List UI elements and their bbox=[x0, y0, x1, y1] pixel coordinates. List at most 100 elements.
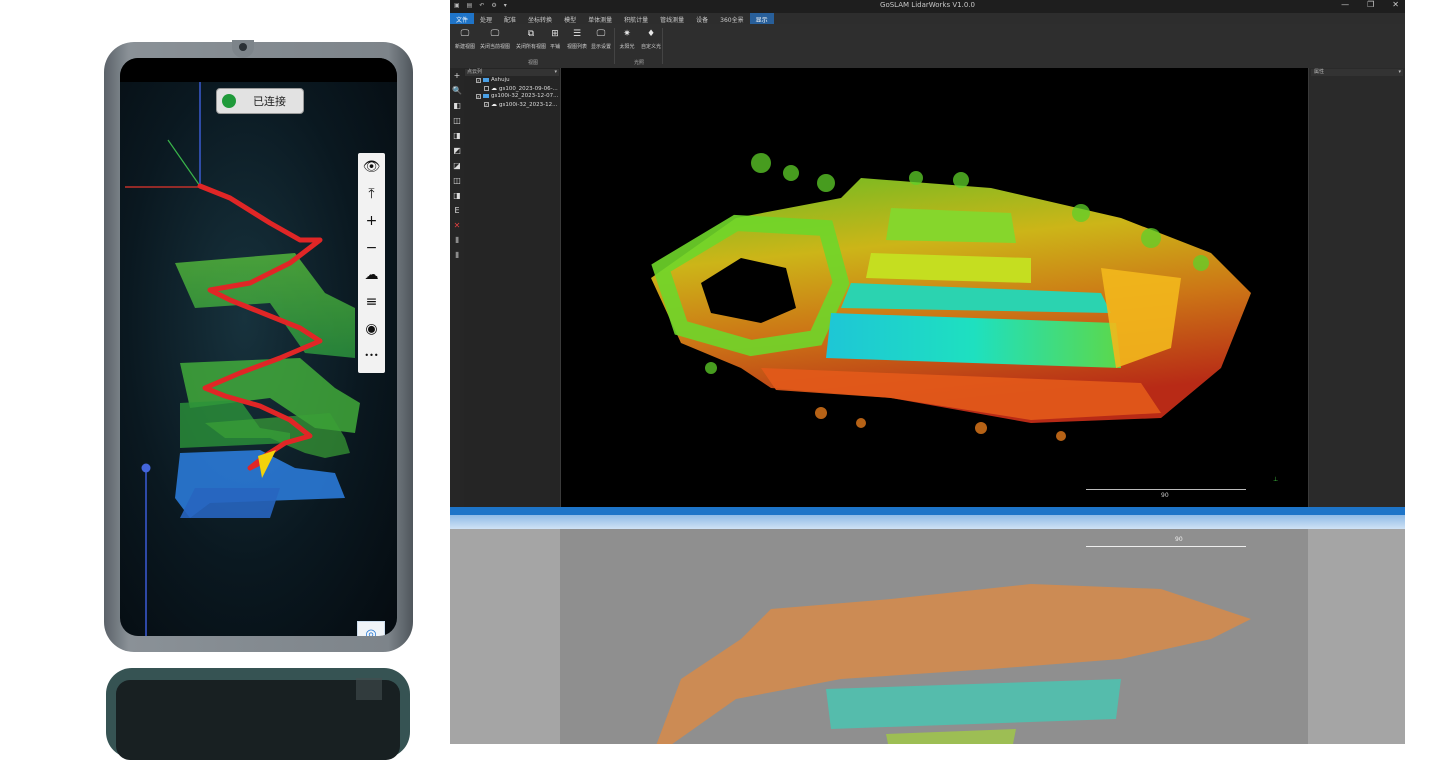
axis-gizmo-icon: ⊥ bbox=[1273, 476, 1279, 483]
reflection-scale-label: 90 bbox=[1175, 536, 1183, 543]
point-cloud-icon: ☁ bbox=[491, 85, 497, 92]
more-button[interactable]: ••• bbox=[358, 342, 385, 369]
tree-node-label: Ashuju bbox=[491, 77, 510, 83]
left-tool-icon[interactable]: + bbox=[454, 68, 461, 83]
cloud-icon: ☁ bbox=[364, 266, 379, 283]
window-title: GoSLAM LidarWorks V1.0.0 bbox=[880, 1, 975, 9]
ribbon-button-7[interactable]: ♦ 自定义光 bbox=[638, 28, 664, 50]
connection-status-pill[interactable]: 已连接 bbox=[216, 88, 304, 114]
zoom-in-button[interactable]: + bbox=[358, 207, 385, 234]
left-tool-icon[interactable]: ◧ bbox=[453, 98, 461, 113]
left-tool-icon[interactable]: ⫴ bbox=[455, 233, 458, 248]
phone-screen: 已连接 👁 ⤒ + − ☁ ≡ ◉ ••• ◎ bbox=[120, 58, 397, 636]
tree-checkbox[interactable] bbox=[484, 86, 489, 91]
ribbon-label: 平铺 bbox=[549, 44, 560, 50]
phone-device: 已连接 👁 ⤒ + − ☁ ≡ ◉ ••• ◎ bbox=[104, 40, 413, 652]
close-icon[interactable]: ✕ bbox=[1392, 0, 1399, 9]
tree-checkbox[interactable]: ✓ bbox=[476, 93, 481, 99]
ribbon-icon: ☰ bbox=[572, 29, 582, 39]
3d-viewport[interactable]: 90 ⊥ bbox=[561, 68, 1308, 508]
ribbon-button-5[interactable]: 🖵 显示设置 bbox=[588, 28, 614, 50]
point-cloud-icon: ☁ bbox=[491, 101, 497, 108]
ribbon-separator bbox=[614, 28, 615, 64]
menu-5[interactable]: 单体测量 bbox=[582, 13, 618, 24]
menu-2[interactable]: 配准 bbox=[498, 13, 522, 24]
pointcloud-render[interactable] bbox=[561, 68, 1308, 508]
align-top-icon: ⤒ bbox=[368, 185, 375, 202]
left-tool-icon[interactable]: ◨ bbox=[453, 188, 461, 203]
left-tool-icon[interactable]: E bbox=[454, 203, 459, 218]
tree-filter-combo[interactable]: 点云列 ▾ bbox=[465, 69, 559, 76]
phone-pointcloud-view[interactable] bbox=[120, 58, 397, 636]
phone-reflection bbox=[106, 668, 410, 760]
folder-icon bbox=[483, 78, 489, 82]
ribbon-button-4[interactable]: ☰ 视图列表 bbox=[564, 28, 590, 50]
cloud-button[interactable]: ☁ bbox=[358, 261, 385, 288]
left-tool-icon[interactable]: ◪ bbox=[453, 158, 461, 173]
app-reflection: 90 bbox=[450, 515, 1405, 744]
chevron-down-icon: ▾ bbox=[1398, 69, 1401, 75]
properties-combo[interactable]: 属性 ▾ bbox=[1311, 69, 1403, 76]
tree-node[interactable]: ✓ ☁ gs100i-32_2023-12... bbox=[484, 101, 557, 108]
menu-6[interactable]: 积航计量 bbox=[618, 13, 654, 24]
scale-bar bbox=[1086, 489, 1246, 490]
target-settings-button[interactable]: ◉ bbox=[358, 315, 385, 342]
connected-indicator-icon bbox=[222, 94, 236, 108]
ribbon-button-6[interactable]: ✷ 太阳光 bbox=[614, 28, 640, 50]
tree-node[interactable]: ✓ Ashuju bbox=[476, 77, 510, 83]
tree-node[interactable]: ☁ gs100_2023-09-06-... bbox=[484, 85, 558, 92]
ribbon-icon: ✷ bbox=[623, 29, 631, 39]
more-icon: ••• bbox=[364, 351, 379, 360]
menu-0[interactable]: 文件 bbox=[450, 13, 475, 24]
menu-8[interactable]: 设备 bbox=[690, 13, 714, 24]
ribbon-button-2[interactable]: ⧉ 关闭所有视图 bbox=[516, 28, 546, 50]
height-slider-handle[interactable] bbox=[141, 463, 151, 473]
ribbon-label: 自定义光 bbox=[640, 44, 661, 50]
menu-lines-button[interactable]: ≡ bbox=[358, 288, 385, 315]
ribbon-group-label: 光照 bbox=[634, 60, 645, 66]
menu-4[interactable]: 模型 bbox=[558, 13, 582, 24]
left-tool-icon[interactable]: ◨ bbox=[453, 128, 461, 143]
menu-7[interactable]: 管线测量 bbox=[654, 13, 690, 24]
tree-filter-label: 点云列 bbox=[467, 69, 483, 75]
menu-1[interactable]: 处理 bbox=[474, 13, 498, 24]
left-tool-icon[interactable]: 🔍 bbox=[452, 83, 462, 98]
menu-10[interactable]: 显示 bbox=[749, 13, 774, 24]
menu-lines-icon: ≡ bbox=[365, 293, 378, 310]
ribbon-icon: ♦ bbox=[646, 29, 656, 39]
minimize-icon[interactable]: — bbox=[1341, 0, 1349, 9]
scale-bar-label: 90 bbox=[1161, 492, 1169, 499]
title-bar: ▣ ▤ ↶ ⚙ ▾ GoSLAM LidarWorks V1.0.0 — ❐ ✕ bbox=[450, 0, 1405, 13]
left-tool-icon[interactable]: ⫴ bbox=[455, 248, 458, 263]
ribbon-button-1[interactable]: 🖵 关闭当前视图 bbox=[480, 28, 510, 50]
tree-node[interactable]: ✓ gs100i-32_2023-12-07... bbox=[476, 93, 558, 99]
ribbon: 🖵 新建视图 🖵 关闭当前视图 ⧉ 关闭所有视图 ⊞ 平铺 ☰ 视图列表 🖵 显示设置 ✷ 太阳光 ♦ 自定义… bbox=[450, 24, 1405, 69]
ribbon-button-0[interactable]: 🖵 新建视图 bbox=[452, 28, 478, 50]
zoom-out-icon: − bbox=[365, 239, 378, 256]
tree-node-label: gs100_2023-09-06-... bbox=[499, 85, 558, 92]
left-tool-icon[interactable]: ◫ bbox=[453, 173, 461, 188]
tree-node-label: gs100i-32_2023-12... bbox=[499, 101, 558, 108]
left-tool-icon[interactable]: ◩ bbox=[453, 143, 461, 158]
staircase-cloud bbox=[175, 253, 360, 518]
maximize-icon[interactable]: ❐ bbox=[1367, 0, 1374, 9]
ribbon-icon: ⧉ bbox=[527, 29, 535, 39]
eye-button[interactable]: 👁 bbox=[358, 153, 385, 180]
tree-checkbox[interactable]: ✓ bbox=[484, 102, 489, 107]
menu-3[interactable]: 坐标转换 bbox=[522, 13, 558, 24]
phone-status-bar bbox=[120, 58, 397, 82]
left-tool-icon[interactable]: ◫ bbox=[453, 113, 461, 128]
align-top-button[interactable]: ⤒ bbox=[358, 180, 385, 207]
ribbon-icon: 🖵 bbox=[460, 29, 470, 39]
menu-9[interactable]: 360全景 bbox=[714, 13, 749, 24]
tree-node-label: gs100i-32_2023-12-07... bbox=[491, 93, 559, 99]
tree-checkbox[interactable]: ✓ bbox=[476, 77, 481, 83]
left-tool-icon[interactable]: ✕ bbox=[454, 218, 461, 233]
zoom-out-button[interactable]: − bbox=[358, 234, 385, 261]
ribbon-icon: ⊞ bbox=[551, 29, 559, 39]
eye-icon: 👁 bbox=[362, 158, 381, 175]
ribbon-label: 显示设置 bbox=[590, 44, 611, 50]
locate-button[interactable]: ◎ bbox=[357, 621, 385, 636]
chevron-down-icon: ▾ bbox=[554, 69, 557, 75]
ribbon-label: 视图列表 bbox=[566, 44, 587, 50]
